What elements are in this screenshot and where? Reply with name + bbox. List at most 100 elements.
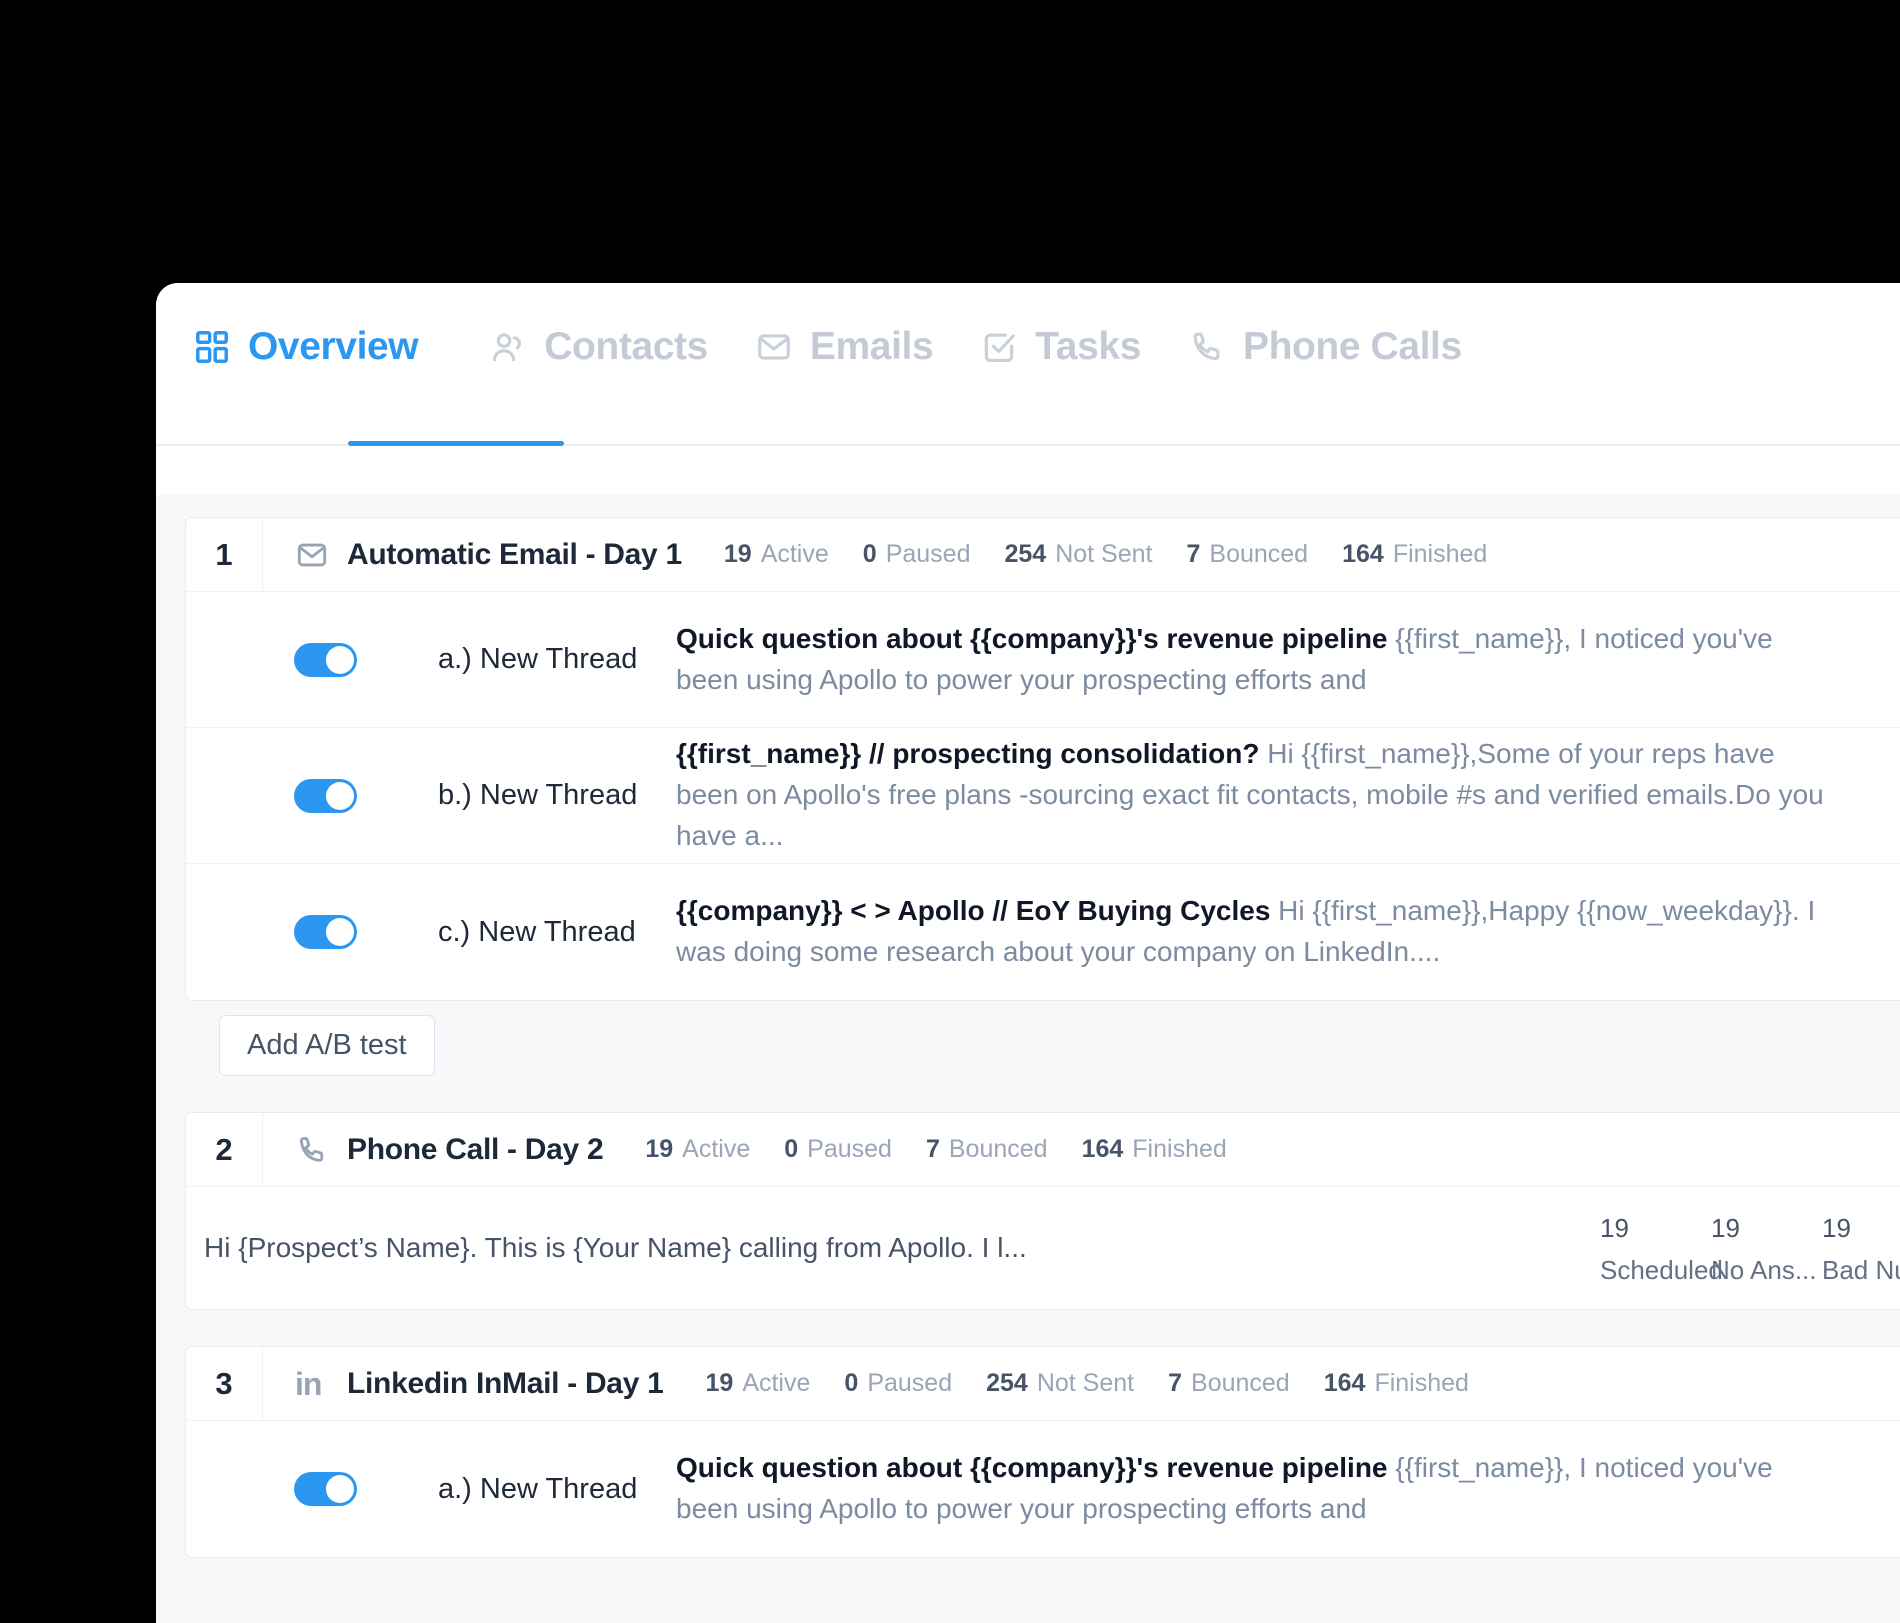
variant-enable-toggle[interactable] (294, 1472, 357, 1506)
step-title: Automatic Email - Day 1 (347, 537, 682, 571)
variant-row[interactable]: a.) New Thread Quick question about {{com… (186, 1421, 1900, 1557)
variant-body: Quick question about {{company}}'s reven… (676, 592, 1900, 727)
stat-label: Paused (867, 1369, 953, 1397)
stat-value: 164 (1342, 540, 1384, 568)
call-stat-value: 19 (1711, 1213, 1740, 1244)
stat-not-sent: 254 Not Sent (986, 1369, 1134, 1398)
call-script-text: Hi {Prospect’s Name}. This is {Your Name… (204, 1232, 1027, 1263)
variant-toggle-cell (263, 592, 438, 727)
envelope-icon (754, 327, 794, 367)
step-header[interactable]: 1 Automatic Email - Day 1 19 Active 0 Paused 2… (186, 518, 1900, 592)
stat-not-sent: 254 Not Sent (1004, 540, 1152, 569)
stat-value: 164 (1081, 1135, 1124, 1163)
tab-label: Emails (809, 325, 934, 368)
variant-subject: Quick question about {{company}}'s reven… (676, 1452, 1388, 1484)
stat-label: Active (682, 1135, 751, 1163)
variant-name: b.) New Thread (438, 779, 638, 811)
linkedin-icon: in (295, 1365, 322, 1402)
variant-subject: {{company}} < > Apollo // EoY Buying Cyc… (676, 895, 1271, 927)
stat-label: Active (742, 1369, 811, 1397)
phone-icon (1187, 327, 1227, 367)
tab-label: Tasks (1035, 325, 1141, 368)
call-stat: 19 Bad Nu... (1822, 1204, 1900, 1291)
variant-gutter (186, 592, 263, 727)
variant-body: Quick question about {{company}}'s reven… (676, 1421, 1900, 1557)
variant-toggle-cell (263, 864, 438, 1000)
stat-value: 7 (1186, 540, 1201, 568)
step-header-main: Automatic Email - Day 1 19 Active 0 Paused 25… (263, 518, 1900, 591)
call-stat-value: 19 (1600, 1213, 1629, 1244)
stat-label: Paused (807, 1135, 892, 1163)
variant-name: a.) New Thread (438, 643, 638, 675)
variant-preview-text: Quick question about {{company}}'s reven… (676, 1448, 1826, 1530)
variant-row[interactable]: a.) New Thread Quick question about {{com… (186, 592, 1900, 728)
stat-label: Finished (1392, 540, 1488, 568)
step-title: Linkedin InMail - Day 1 (347, 1366, 664, 1400)
variant-enable-toggle[interactable] (294, 778, 357, 813)
stat-finished: 164 Finished (1342, 540, 1487, 569)
variant-subject: {{first_name}} // prospecting consolidat… (676, 738, 1260, 770)
stat-value: 0 (862, 540, 877, 568)
step-stats: 19 Active 0 Paused 7 Bounced 164 Finished (645, 1135, 1226, 1164)
envelope-icon (295, 537, 331, 573)
variant-enable-toggle[interactable] (294, 642, 357, 677)
call-stat-label: Bad Nu... (1822, 1255, 1900, 1285)
task-check-icon (979, 327, 1019, 367)
variant-toggle-cell (263, 1421, 438, 1557)
people-icon (488, 327, 528, 367)
stat-label: Bounced (1191, 1369, 1290, 1397)
tab-label: Phone Calls (1242, 325, 1462, 368)
stat-label: Finished (1132, 1135, 1227, 1163)
variant-toggle-cell (263, 728, 438, 863)
main-tab-bar: Overview Contacts Emails Tasks Phone Calls (156, 283, 1900, 495)
stat-value: 0 (844, 1369, 859, 1397)
variant-enable-toggle[interactable] (294, 915, 357, 949)
variant-row[interactable]: c.) New Thread {{company}} < > Apollo // … (186, 864, 1900, 1000)
stat-paused: 0 Paused (863, 540, 971, 569)
stat-paused: 0 Paused (844, 1369, 952, 1398)
stat-bounced: 7 Bounced (1186, 540, 1308, 569)
call-stat: 19 No Ans... (1711, 1204, 1822, 1291)
stat-value: 7 (1168, 1369, 1183, 1397)
phone-icon (295, 1132, 331, 1168)
stat-bounced: 7 Bounced (926, 1135, 1048, 1164)
stat-value: 0 (784, 1135, 799, 1163)
call-script-row[interactable]: Hi {Prospect’s Name}. This is {Your Name… (186, 1187, 1900, 1309)
stat-active: 19 Active (706, 1369, 811, 1398)
tab-phone-calls[interactable]: Phone Calls (1187, 325, 1508, 369)
variant-preview-text: Quick question about {{company}}'s reven… (676, 619, 1826, 701)
sequence-steps-list: 1 Automatic Email - Day 1 19 Active 0 Paused 2… (156, 495, 1900, 1623)
variant-name: a.) New Thread (438, 1472, 638, 1505)
add-ab-test-button[interactable]: Add A/B test (219, 1015, 435, 1076)
stat-value: 254 (1004, 540, 1047, 568)
tab-overview[interactable]: Overview (192, 325, 488, 369)
variant-row[interactable]: b.) New Thread {{first_name}} // prospect… (186, 728, 1900, 864)
step-number: 1 (186, 518, 263, 591)
stat-active: 19 Active (645, 1135, 750, 1164)
tab-emails[interactable]: Emails (754, 325, 979, 369)
stat-paused: 0 Paused (784, 1135, 892, 1164)
step-header[interactable]: 2 Phone Call - Day 2 19 Active 0 Paused 7 Bounc… (186, 1113, 1900, 1187)
sequence-step-card: 2 Phone Call - Day 2 19 Active 0 Paused 7 Bounc… (185, 1112, 1900, 1310)
stat-label: Bounced (948, 1135, 1048, 1163)
stat-label: Active (760, 540, 829, 568)
step-header[interactable]: 3 in Linkedin InMail - Day 1 19 Active 0 Pause… (186, 1347, 1900, 1421)
stat-active: 19 Active (724, 540, 829, 569)
step-title: Phone Call - Day 2 (347, 1132, 604, 1166)
step-header-main: Phone Call - Day 2 19 Active 0 Paused 7 Bounce… (263, 1113, 1900, 1186)
call-stat-label: Scheduled (1600, 1255, 1723, 1285)
stat-finished: 164 Finished (1324, 1369, 1469, 1398)
step-number: 2 (186, 1113, 263, 1186)
active-tab-underline (348, 441, 564, 446)
variant-gutter (186, 728, 263, 863)
tab-tasks[interactable]: Tasks (979, 325, 1187, 369)
sequence-step-card: 1 Automatic Email - Day 1 19 Active 0 Paused 2… (185, 517, 1900, 1001)
variant-name: c.) New Thread (438, 915, 636, 948)
tab-label: Contacts (544, 325, 708, 368)
step-stats: 19 Active 0 Paused 254 Not Sent 7 Bounced 164 Fin… (724, 540, 1487, 569)
step-spacer (156, 1076, 1900, 1112)
tab-contacts[interactable]: Contacts (488, 325, 754, 369)
sequence-app-window: Overview Contacts Emails Tasks Phone Calls 1… (156, 283, 1900, 1623)
variant-preview-text: {{company}} < > Apollo // EoY Buying Cyc… (676, 891, 1826, 973)
sequence-step-card: 3 in Linkedin InMail - Day 1 19 Active 0 Pause… (185, 1346, 1900, 1558)
